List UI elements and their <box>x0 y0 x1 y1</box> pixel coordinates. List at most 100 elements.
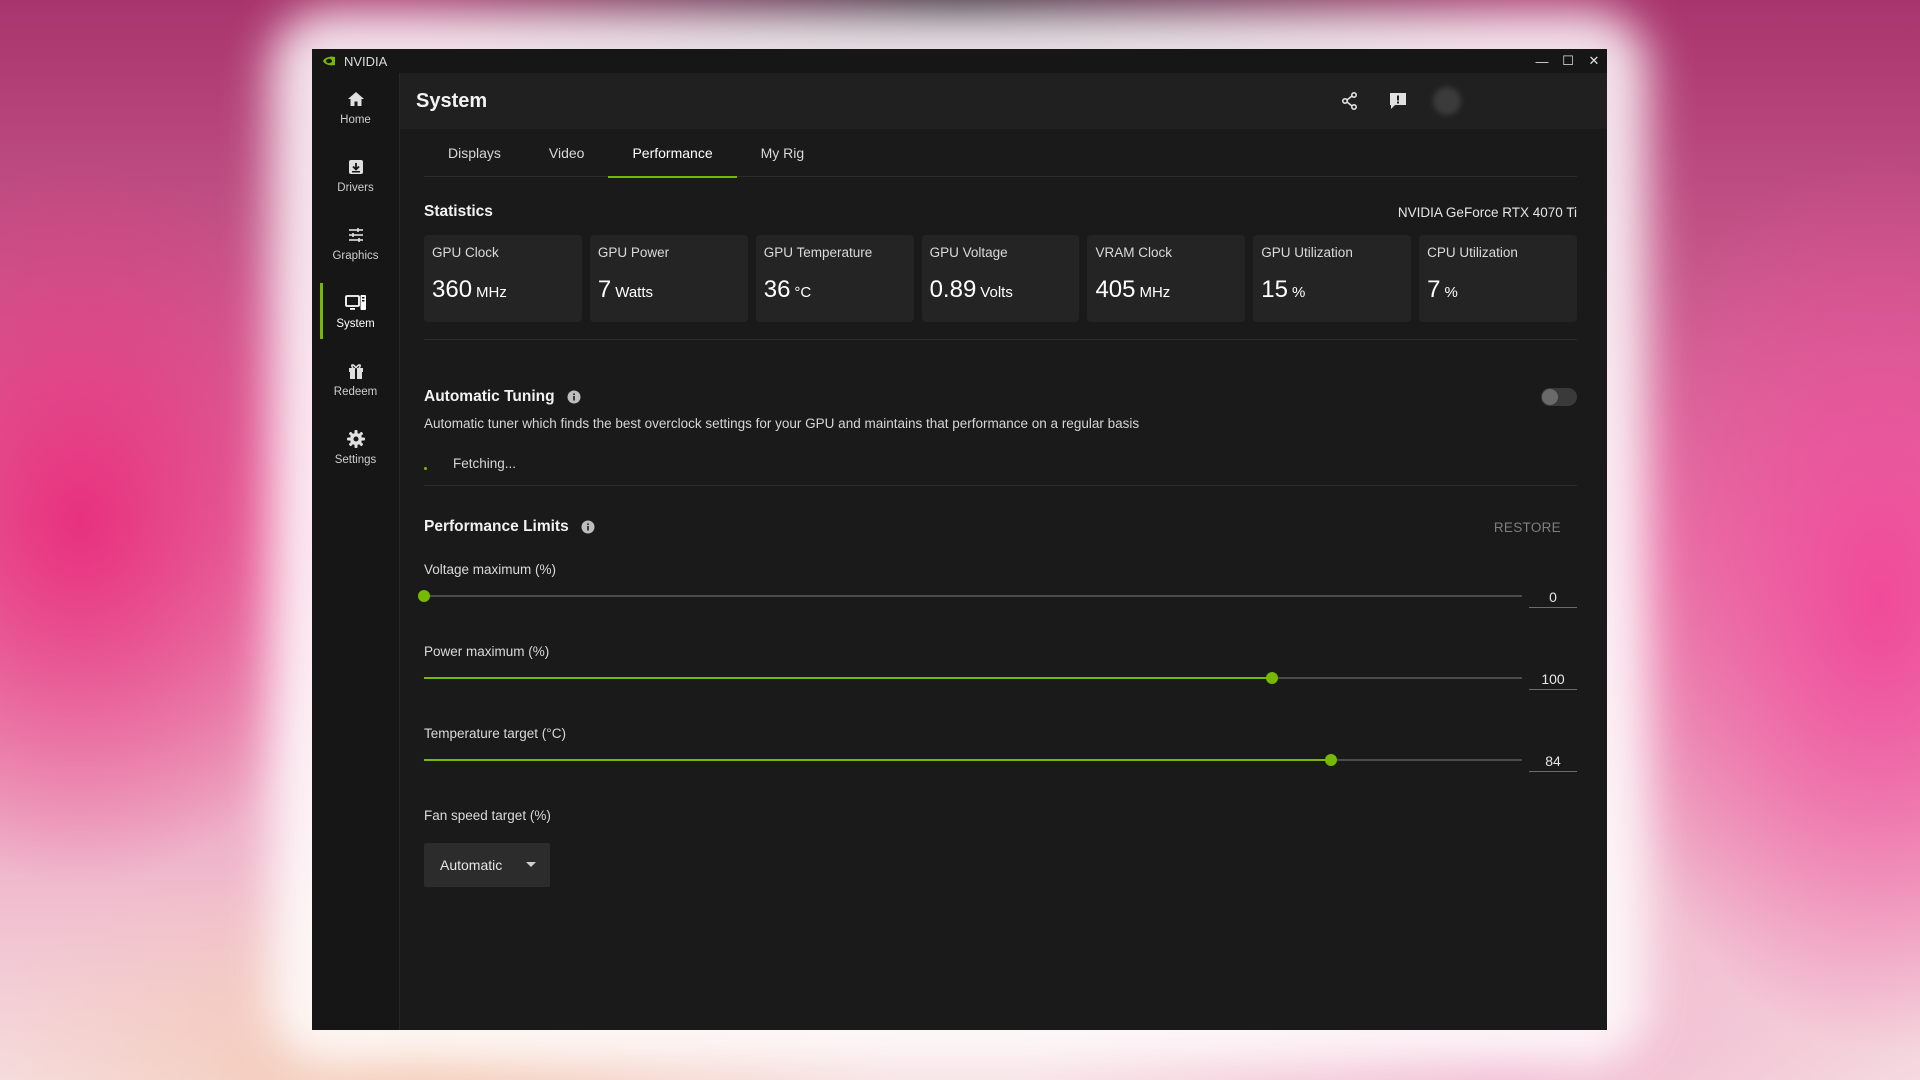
stat-card-gpu-temperature: GPU Temperature 36 °C <box>755 235 914 322</box>
stat-label: CPU Utilization <box>1427 245 1518 260</box>
sidebar-item-label: System <box>336 318 375 330</box>
app-window: NVIDIA — ☐ ✕ Home Drivers Graphics Syste… <box>312 49 1607 1030</box>
tab-performance[interactable]: Performance <box>608 129 737 178</box>
stat-unit: % <box>1292 284 1306 301</box>
nvidia-logo-icon <box>323 56 335 66</box>
divider <box>424 339 1577 340</box>
statistics-title: Statistics <box>424 203 493 220</box>
slider-thumb[interactable] <box>418 590 430 602</box>
performance-limits-title: Performance Limits <box>424 518 569 535</box>
tab-displays[interactable]: Displays <box>424 129 525 177</box>
statistics-cards: GPU Clock 360 MHz GPU Power 7 Watts GPU Te… <box>424 235 1578 322</box>
close-button[interactable]: ✕ <box>1581 49 1607 73</box>
stat-unit: % <box>1444 284 1458 301</box>
sidebar: Home Drivers Graphics System Redeem Sett… <box>312 73 400 1030</box>
fan-speed-block: Fan speed target (%) Automatic <box>424 808 1577 887</box>
maximize-button[interactable]: ☐ <box>1555 49 1581 73</box>
performance-limits-section: Performance Limits RESTORE Voltage maxim… <box>418 518 1577 887</box>
sidebar-item-system[interactable]: System <box>312 277 399 345</box>
automatic-tuning-header: Automatic Tuning <box>424 388 1577 406</box>
stat-value-row: 7 Watts <box>598 276 740 304</box>
stat-value: 7 <box>1427 276 1441 303</box>
stat-card-gpu-clock: GPU Clock 360 MHz <box>424 235 582 322</box>
slider-label: Temperature target (°C) <box>424 726 566 741</box>
gift-icon <box>345 360 367 382</box>
app-title: NVIDIA <box>344 53 388 69</box>
slider-thumb[interactable] <box>1265 672 1278 684</box>
voltage-maximum-slider-block: Voltage maximum (%) 0 <box>418 562 1577 608</box>
slider-fill <box>424 759 1331 761</box>
stat-label: GPU Power <box>597 245 670 260</box>
stat-value-row: 7% <box>1427 276 1569 304</box>
slider-fill <box>424 677 1272 679</box>
share-icon[interactable] <box>1337 88 1363 114</box>
tab-my-rig[interactable]: My Rig <box>737 129 829 177</box>
page-title: System <box>416 89 488 112</box>
gear-icon <box>345 428 367 450</box>
fan-speed-selected: Automatic <box>440 857 503 873</box>
window-controls: — ☐ ✕ <box>1529 49 1607 73</box>
minimize-button[interactable]: — <box>1529 49 1555 73</box>
stat-value: 15 <box>1261 276 1288 303</box>
sidebar-item-label: Settings <box>334 454 377 466</box>
stat-unit: °C <box>794 284 812 301</box>
stat-label: GPU Voltage <box>929 245 1008 260</box>
info-icon[interactable] <box>567 390 581 404</box>
loading-spinner-icon <box>424 467 427 470</box>
statistics-header: Statistics NVIDIA GeForce RTX 4070 Ti <box>424 203 1577 221</box>
automatic-tuning-title: Automatic Tuning <box>424 388 555 405</box>
fan-speed-dropdown[interactable]: Automatic <box>424 843 550 887</box>
power-maximum-value[interactable]: 100 <box>1529 668 1577 690</box>
feedback-icon[interactable] <box>1385 88 1411 114</box>
stat-label: VRAM Clock <box>1095 245 1172 260</box>
temperature-target-slider-block: Temperature target (°C) 84 <box>424 726 1577 772</box>
automatic-tuning-description: Automatic tuner which finds the best ove… <box>424 416 1140 431</box>
stat-value-row: 0.89 Volts <box>930 276 1072 304</box>
sidebar-item-drivers[interactable]: Drivers <box>312 141 399 209</box>
slider-thumb[interactable] <box>1324 754 1337 766</box>
stat-unit: MHz <box>1139 284 1171 301</box>
voltage-maximum-value[interactable]: 0 <box>1529 586 1577 608</box>
performance-limits-header: Performance Limits <box>424 518 1577 536</box>
home-icon <box>345 88 367 110</box>
stat-unit: Volts <box>980 284 1013 301</box>
stat-label: GPU Clock <box>432 245 499 260</box>
page-header: System <box>400 73 1607 129</box>
drivers-icon <box>345 156 367 178</box>
sidebar-item-graphics[interactable]: Graphics <box>312 209 399 277</box>
stat-value-row: 36 °C <box>764 276 906 304</box>
stat-value: 405 <box>1095 276 1136 303</box>
user-profile-menu[interactable] <box>1433 87 1581 115</box>
stat-card-gpu-voltage: GPU Voltage 0.89 Volts <box>921 235 1080 322</box>
power-maximum-slider[interactable] <box>424 672 1522 684</box>
stat-value: 360 <box>432 276 473 303</box>
sidebar-item-redeem[interactable]: Redeem <box>312 345 399 413</box>
info-icon[interactable] <box>581 520 595 534</box>
tab-video[interactable]: Video <box>525 129 609 177</box>
sidebar-item-label: Home <box>340 114 371 126</box>
stat-unit: MHz <box>476 284 507 301</box>
sidebar-item-label: Graphics <box>332 250 379 262</box>
voltage-maximum-slider[interactable] <box>418 590 1522 602</box>
main-panel: System Displays Video Performance My Rig <box>400 73 1607 1030</box>
sidebar-item-label: Drivers <box>337 182 374 194</box>
stat-value-row: 405 MHz <box>1095 276 1237 304</box>
system-icon <box>344 292 367 314</box>
stat-card-gpu-power: GPU Power 7 Watts <box>589 235 748 322</box>
header-actions <box>1337 73 1581 129</box>
avatar <box>1433 87 1461 115</box>
stat-value-row: 15% <box>1261 276 1403 304</box>
chevron-down-icon <box>526 862 536 867</box>
toggle-knob <box>1542 389 1558 405</box>
temperature-target-value[interactable]: 84 <box>1529 750 1577 772</box>
gpu-name: NVIDIA GeForce RTX 4070 Ti <box>1397 204 1577 220</box>
restore-button[interactable]: RESTORE <box>1494 520 1561 535</box>
divider <box>424 485 1577 486</box>
stat-value: 0.89 <box>929 276 977 303</box>
stat-label: GPU Utilization <box>1261 245 1353 260</box>
automatic-tuning-toggle[interactable] <box>1541 388 1577 406</box>
temperature-target-slider[interactable] <box>424 754 1522 766</box>
sidebar-item-settings[interactable]: Settings <box>312 413 399 481</box>
sidebar-item-home[interactable]: Home <box>312 73 399 141</box>
title-bar: NVIDIA — ☐ ✕ <box>312 49 1607 73</box>
